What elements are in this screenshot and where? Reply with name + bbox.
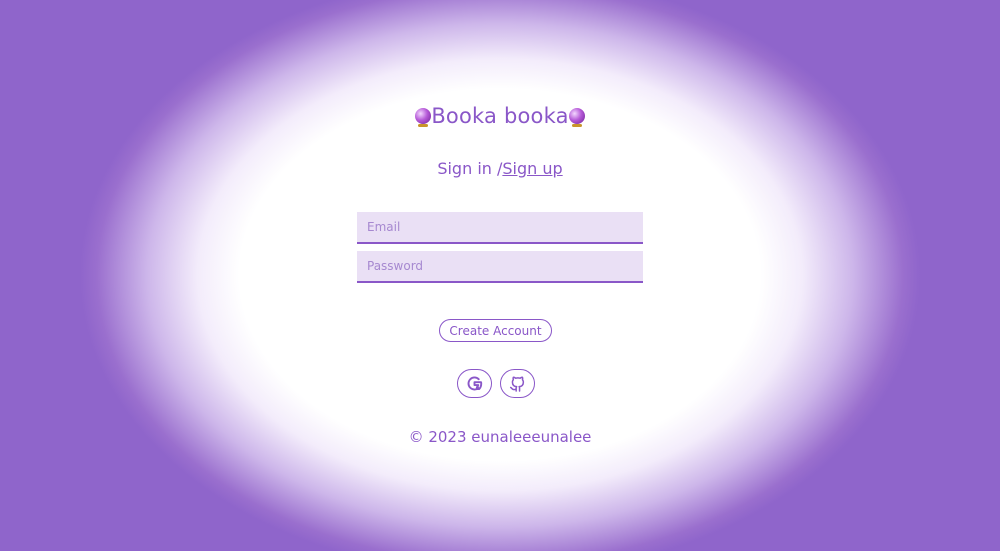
signup-link[interactable]: Sign up	[502, 159, 562, 178]
crystal-ball-icon	[415, 108, 432, 127]
password-field[interactable]	[357, 251, 643, 283]
google-signin-button[interactable]	[457, 369, 492, 398]
app-title-text: Booka booka	[431, 104, 569, 128]
github-icon	[509, 376, 525, 392]
page: Booka booka Sign in /Sign up Create Acco…	[0, 0, 1000, 551]
github-signin-button[interactable]	[500, 369, 535, 398]
auth-mode-switch: Sign in /Sign up	[0, 159, 1000, 178]
create-account-button[interactable]: Create Account	[439, 319, 552, 342]
crystal-ball-icon	[568, 108, 585, 127]
email-field[interactable]	[357, 212, 643, 244]
copyright-footer: © 2023 eunaleeeunalee	[408, 428, 592, 446]
google-icon	[467, 376, 483, 391]
app-title: Booka booka	[0, 104, 1000, 128]
signin-label: Sign in /	[437, 159, 503, 178]
